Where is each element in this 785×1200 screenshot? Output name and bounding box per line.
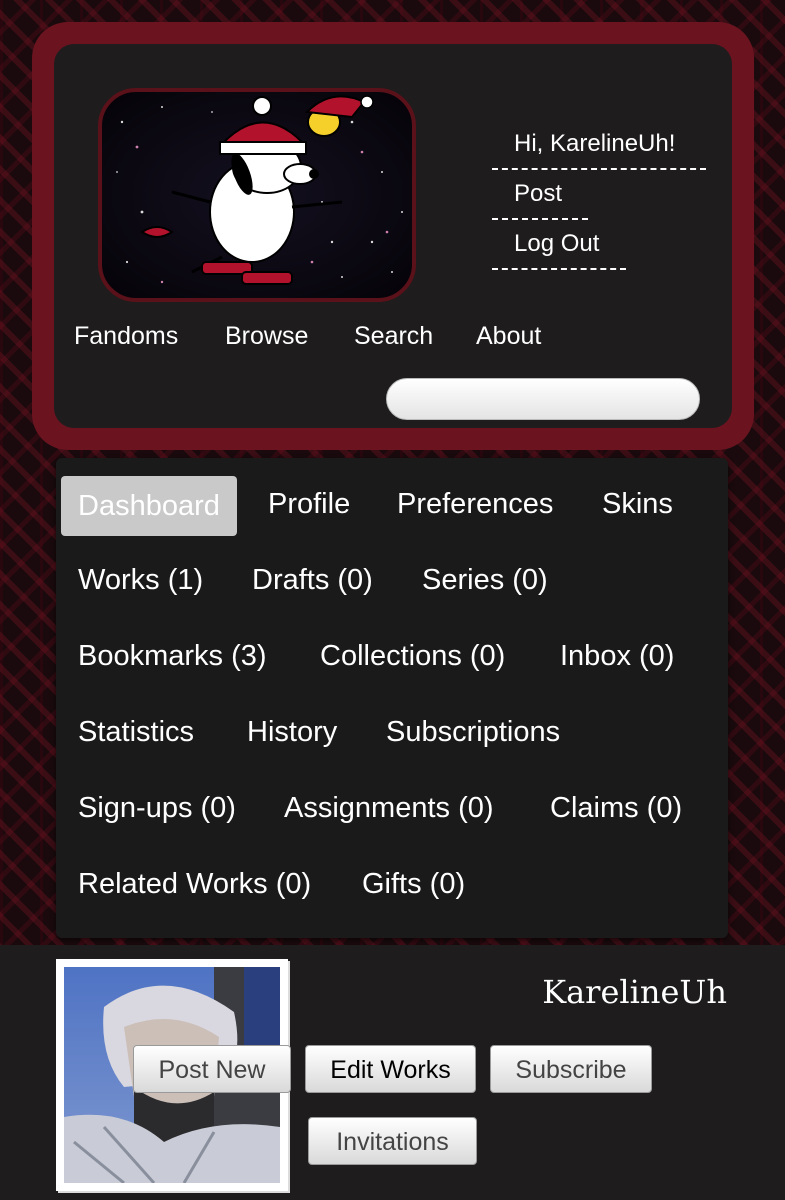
invitations-button[interactable]: Invitations — [308, 1117, 477, 1165]
tab-assignments[interactable]: Assignments (0) — [284, 792, 494, 825]
menu-divider — [492, 268, 626, 270]
tab-preferences[interactable]: Preferences — [397, 488, 553, 521]
tab-inbox[interactable]: Inbox (0) — [560, 640, 674, 673]
site-header: Hi, KarelineUh! Post Log Out Fandoms Bro… — [32, 22, 754, 450]
nav-about[interactable]: About — [476, 322, 541, 351]
header-inner: Hi, KarelineUh! Post Log Out Fandoms Bro… — [54, 44, 732, 428]
post-menu-link[interactable]: Post — [514, 180, 562, 208]
tab-profile[interactable]: Profile — [268, 488, 350, 521]
tab-signups[interactable]: Sign-ups (0) — [78, 792, 236, 825]
nav-fandoms[interactable]: Fandoms — [74, 322, 178, 351]
menu-divider — [492, 168, 706, 170]
tab-history[interactable]: History — [247, 716, 337, 749]
tab-drafts[interactable]: Drafts (0) — [252, 564, 373, 597]
dashboard-nav: Dashboard Profile Preferences Skins Work… — [56, 458, 728, 938]
tab-bookmarks[interactable]: Bookmarks (3) — [78, 640, 267, 673]
edit-works-button[interactable]: Edit Works — [305, 1045, 476, 1093]
tab-claims[interactable]: Claims (0) — [550, 792, 682, 825]
user-greeting-link[interactable]: Hi, KarelineUh! — [514, 130, 675, 158]
tab-works[interactable]: Works (1) — [78, 564, 203, 597]
site-logo[interactable] — [98, 88, 416, 302]
tab-series[interactable]: Series (0) — [422, 564, 548, 597]
tab-skins[interactable]: Skins — [602, 488, 673, 521]
post-new-button[interactable]: Post New — [133, 1045, 291, 1093]
tab-collections[interactable]: Collections (0) — [320, 640, 505, 673]
search-input[interactable] — [386, 378, 700, 420]
tab-subscriptions[interactable]: Subscriptions — [386, 716, 560, 749]
nav-search[interactable]: Search — [354, 322, 433, 351]
logout-link[interactable]: Log Out — [514, 230, 599, 258]
menu-divider — [492, 218, 588, 220]
profile-username: KarelineUh — [542, 973, 727, 1011]
nav-browse[interactable]: Browse — [225, 322, 308, 351]
tab-dashboard[interactable]: Dashboard — [61, 476, 237, 536]
profile-header: KarelineUh Post New Edit Works Subscribe… — [0, 945, 785, 1200]
tab-gifts[interactable]: Gifts (0) — [362, 868, 465, 901]
tab-statistics[interactable]: Statistics — [78, 716, 194, 749]
snoopy-skating-logo-image — [116, 95, 403, 285]
tab-related-works[interactable]: Related Works (0) — [78, 868, 311, 901]
subscribe-button[interactable]: Subscribe — [490, 1045, 652, 1093]
